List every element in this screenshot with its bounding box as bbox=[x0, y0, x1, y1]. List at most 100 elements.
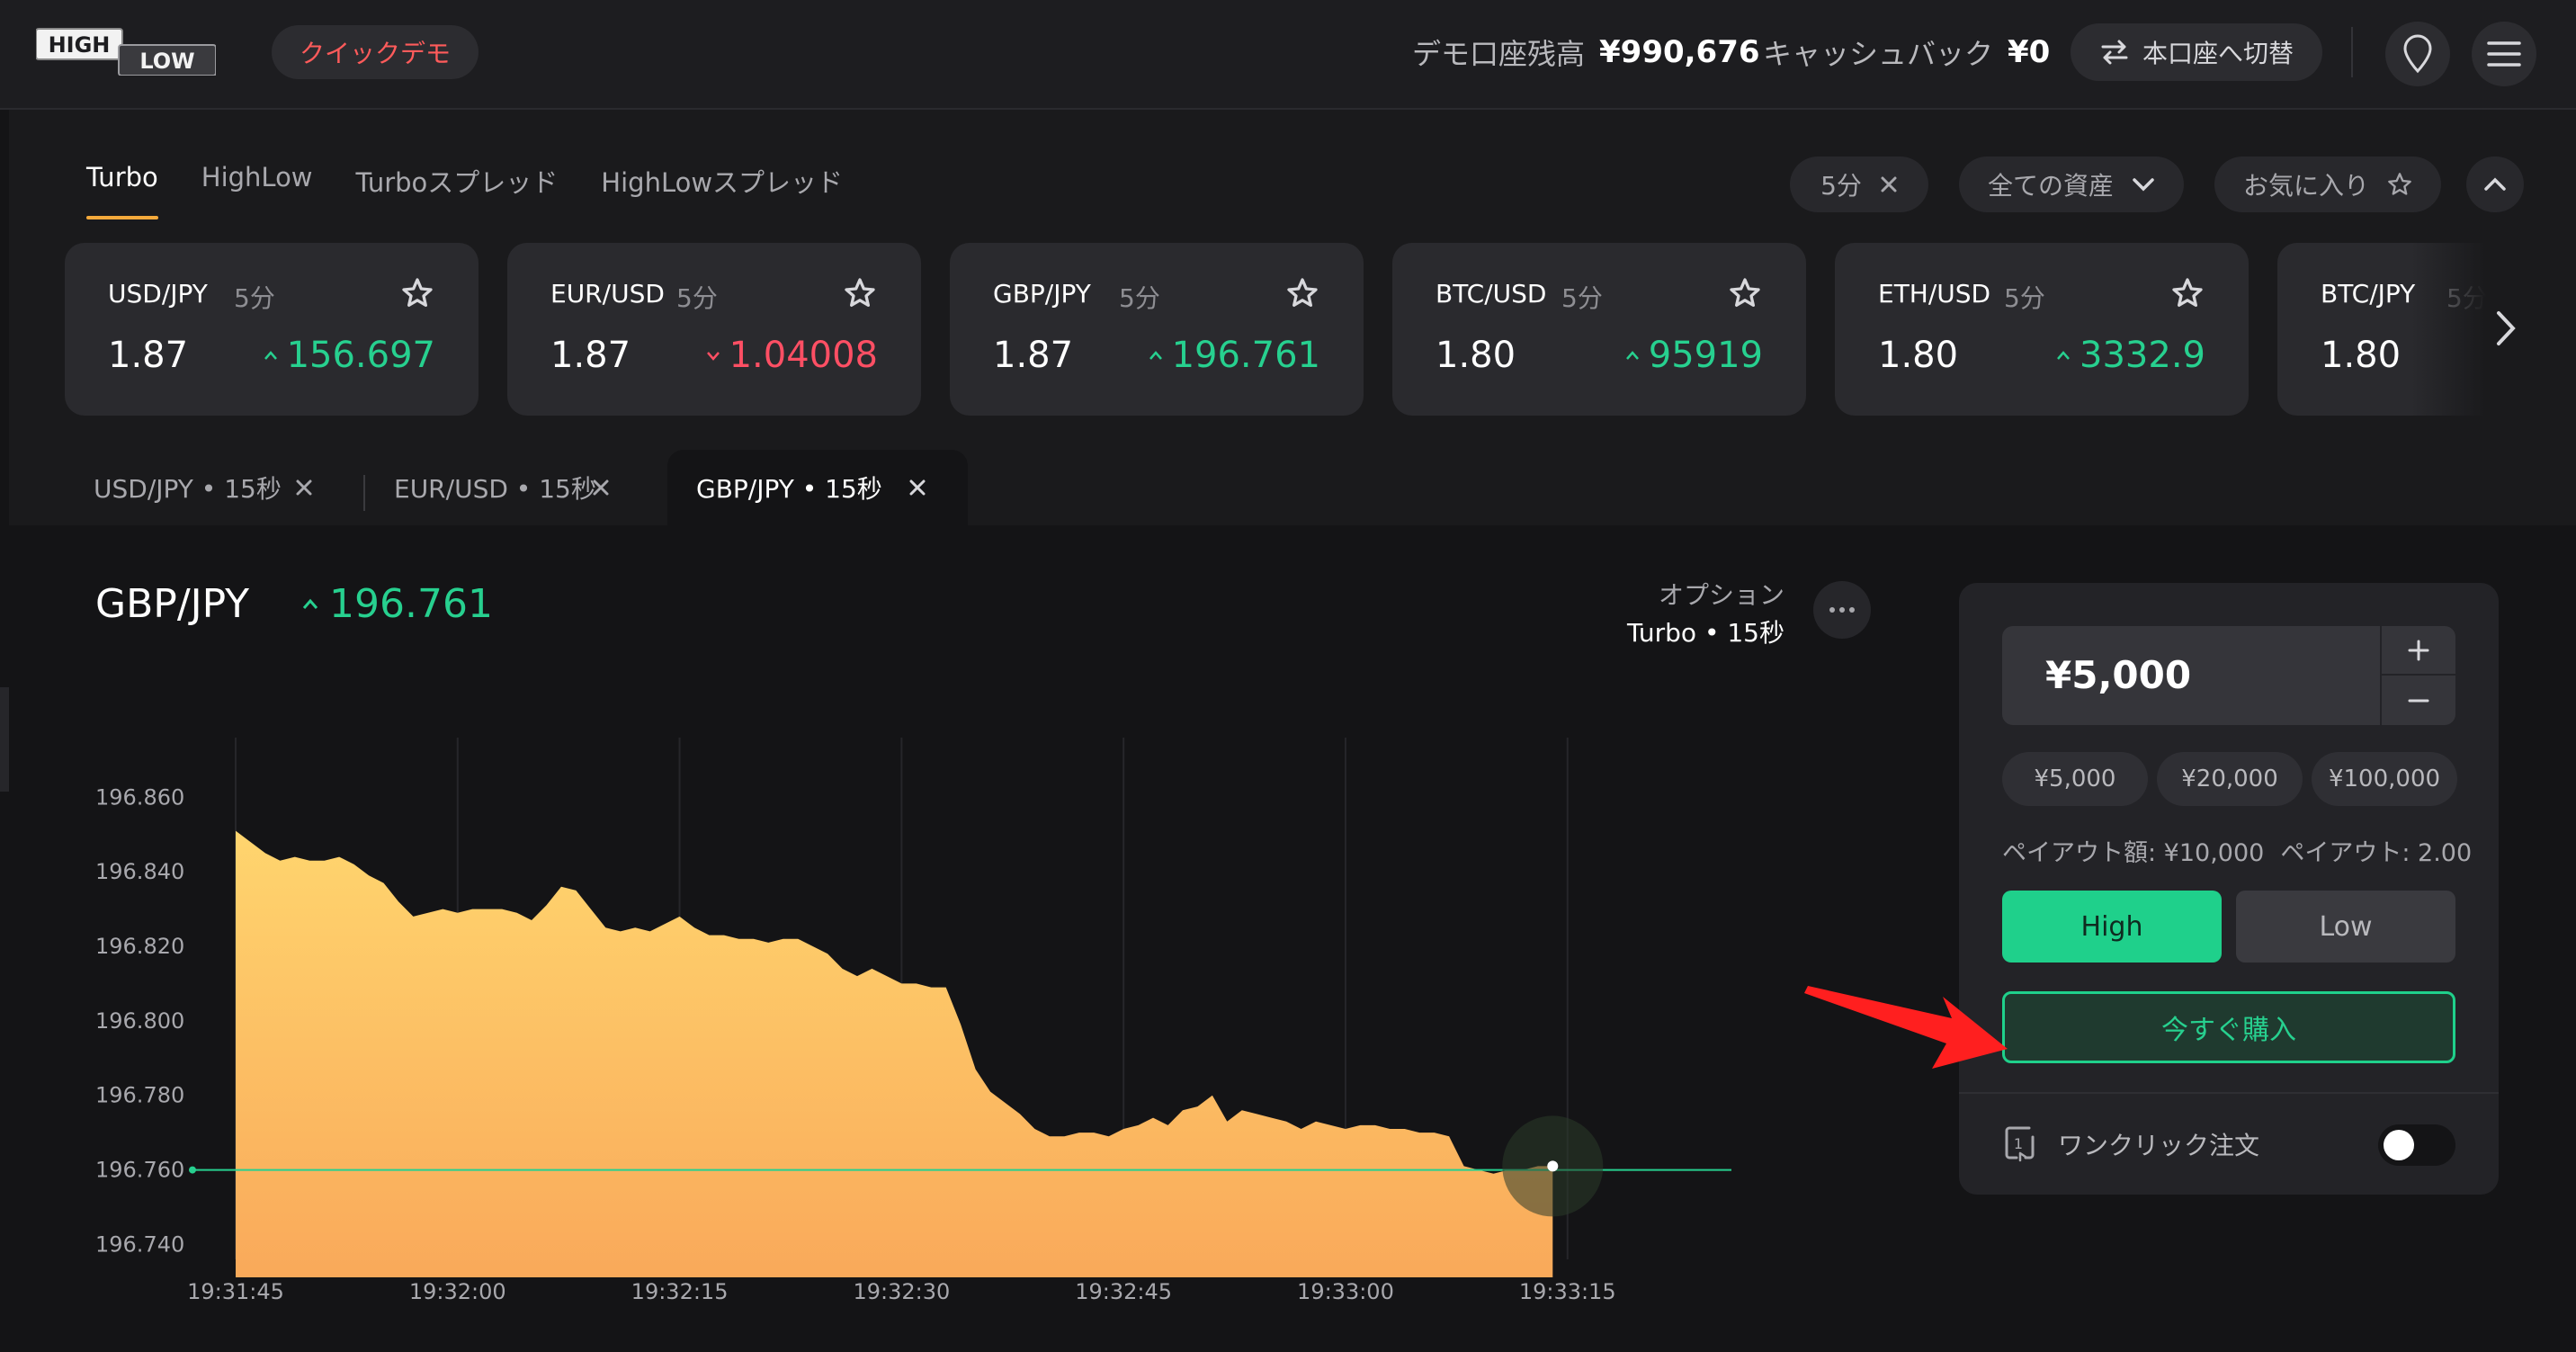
payout-info: ペイアウト額: ¥10,000 ペイアウト: 2.00 bbox=[2002, 833, 2472, 868]
x-axis-ticks: 19:31:45 19:32:00 19:32:15 19:32:30 19:32:45… bbox=[187, 1279, 1616, 1304]
amount-presets: ¥5,000 ¥20,000 ¥100,000 bbox=[2002, 752, 2457, 806]
preset-5000[interactable]: ¥5,000 bbox=[2002, 752, 2148, 806]
chevron-up-icon bbox=[2484, 177, 2506, 191]
star-icon bbox=[2388, 173, 2411, 195]
asset-payout: 1.87 bbox=[550, 335, 631, 376]
price-area-chart[interactable]: 196.860 196.840 196.820 196.800 196.780 196.7… bbox=[9, 702, 1862, 1331]
close-icon[interactable] bbox=[586, 473, 615, 502]
increase-amount-button[interactable] bbox=[2382, 626, 2455, 676]
chart-tab-label: USD/JPY • 15秒 bbox=[94, 474, 282, 504]
quick-demo-label: クイックデモ bbox=[299, 39, 451, 68]
price-area bbox=[236, 830, 1553, 1277]
chart-tab-gbpjpy[interactable]: GBP/JPY • 15秒 bbox=[667, 450, 968, 525]
quick-demo-badge[interactable]: クイックデモ bbox=[272, 25, 479, 79]
favorite-star-icon[interactable] bbox=[399, 275, 435, 311]
close-icon[interactable] bbox=[290, 473, 318, 502]
x-tick-label: 19:32:00 bbox=[409, 1279, 506, 1304]
location-button[interactable] bbox=[2385, 22, 2450, 86]
duration-filter[interactable]: 5分 bbox=[1790, 157, 1928, 212]
y-tick-label: 196.820 bbox=[95, 934, 184, 959]
x-tick-label: 19:33:00 bbox=[1297, 1279, 1394, 1304]
tab-divider bbox=[363, 475, 365, 511]
asset-duration: 5分 bbox=[2004, 283, 2045, 313]
chart-current-price: 196.761 bbox=[302, 581, 493, 627]
high-button[interactable]: High bbox=[2002, 891, 2222, 963]
asset-price-value: 156.697 bbox=[286, 335, 435, 376]
close-icon[interactable] bbox=[903, 473, 932, 502]
menu-button[interactable] bbox=[2472, 22, 2536, 86]
payout-amount: ペイアウト額: ¥10,000 bbox=[2002, 839, 2265, 867]
location-pin-icon bbox=[2403, 34, 2432, 74]
duration-filter-label: 5分 bbox=[1820, 171, 1862, 201]
plus-icon bbox=[2408, 640, 2429, 660]
switch-account-label: 本口座へ切替 bbox=[2142, 39, 2294, 68]
header-divider bbox=[2351, 27, 2353, 77]
tab-turbo-spread[interactable]: Turboスプレッド bbox=[356, 162, 559, 219]
minus-icon bbox=[2408, 699, 2429, 702]
preset-20000[interactable]: ¥20,000 bbox=[2157, 752, 2303, 806]
asset-pair: EUR/USD bbox=[550, 279, 665, 309]
favorite-star-icon[interactable] bbox=[1284, 275, 1320, 311]
tab-highlow-spread[interactable]: HighLowスプレッド bbox=[601, 162, 843, 219]
collapse-cards-button[interactable] bbox=[2466, 157, 2524, 212]
chart-tab-usdjpy[interactable]: USD/JPY • 15秒 bbox=[9, 450, 354, 525]
asset-price: 156.697 bbox=[264, 335, 435, 376]
asset-pair: BTC/JPY bbox=[2321, 279, 2416, 309]
asset-price-value: 1.04008 bbox=[729, 335, 878, 376]
option-value: Turbo • 15秒 bbox=[1627, 618, 1784, 648]
one-click-order-label: ワンクリック注文 bbox=[2058, 1131, 2260, 1160]
asset-cards-strip: USD/JPY 5分 1.87 156.697 EUR/USD 5分 1.87 … bbox=[65, 243, 2511, 417]
asset-price-value: 95919 bbox=[1648, 335, 1763, 376]
y-tick-label: 196.860 bbox=[95, 784, 184, 810]
one-click-order-toggle[interactable] bbox=[2378, 1124, 2455, 1166]
chevron-down-icon bbox=[2133, 178, 2154, 192]
favorite-star-icon[interactable] bbox=[1727, 275, 1763, 311]
trade-panel: ¥5,000 ¥5,000 ¥20,000 ¥100,000 ペイアウト額: ¥… bbox=[1959, 583, 2499, 1195]
investment-amount-field[interactable]: ¥5,000 bbox=[2002, 626, 2455, 725]
asset-price-value: 196.761 bbox=[1171, 335, 1320, 376]
chart-tabs: USD/JPY • 15秒 EUR/USD • 15秒 GBP/JPY • 15… bbox=[9, 450, 2576, 525]
asset-pair: ETH/USD bbox=[1878, 279, 1991, 309]
favorite-star-icon[interactable] bbox=[842, 275, 878, 311]
asset-card-usdjpy[interactable]: USD/JPY 5分 1.87 156.697 bbox=[65, 243, 479, 416]
chevron-right-icon[interactable] bbox=[2488, 306, 2524, 351]
asset-card-btcusd[interactable]: BTC/USD 5分 1.80 95919 bbox=[1392, 243, 1806, 416]
amount-stepper bbox=[2380, 626, 2455, 725]
y-tick-label: 196.800 bbox=[95, 1008, 184, 1034]
cashback-label: キャッシュバック bbox=[1763, 37, 1994, 71]
logo-text-low: LOW bbox=[139, 49, 194, 74]
y-tick-label: 196.760 bbox=[95, 1158, 184, 1183]
preset-100000[interactable]: ¥100,000 bbox=[2312, 752, 2457, 806]
favorite-star-icon[interactable] bbox=[2169, 275, 2205, 311]
demo-balance: デモ口座残高 ¥990,676 bbox=[1412, 25, 1760, 79]
switch-account-button[interactable]: 本口座へ切替 bbox=[2071, 23, 2322, 81]
highlow-logo[interactable]: HIGH LOW bbox=[36, 27, 216, 76]
one-click-icon: 1 bbox=[2005, 1126, 2035, 1162]
asset-card-eurusd[interactable]: EUR/USD 5分 1.87 1.04008 bbox=[507, 243, 921, 416]
tab-turbo[interactable]: Turbo bbox=[86, 162, 158, 219]
buy-now-button[interactable]: 今すぐ購入 bbox=[2002, 991, 2455, 1063]
more-options-button[interactable] bbox=[1813, 581, 1871, 639]
asset-pair: USD/JPY bbox=[108, 279, 208, 309]
product-type-tabs: Turbo HighLow Turboスプレッド HighLowスプレッド bbox=[86, 162, 843, 219]
asset-filter-dropdown[interactable]: 全ての資産 bbox=[1959, 157, 2184, 212]
tab-highlow[interactable]: HighLow bbox=[201, 162, 313, 219]
option-label: オプション bbox=[1658, 580, 1784, 610]
panel-divider bbox=[1959, 1092, 2499, 1094]
hamburger-menu-icon bbox=[2487, 41, 2521, 67]
asset-card-gbpjpy[interactable]: GBP/JPY 5分 1.87 196.761 bbox=[950, 243, 1364, 416]
x-tick-label: 19:32:45 bbox=[1075, 1279, 1172, 1304]
close-icon[interactable] bbox=[1880, 175, 1898, 193]
decrease-amount-button[interactable] bbox=[2382, 676, 2455, 725]
asset-price: 3332.9 bbox=[2056, 335, 2205, 376]
chart-tab-eurusd[interactable]: EUR/USD • 15秒 bbox=[363, 450, 651, 525]
chart-pair-title: GBP/JPY bbox=[95, 581, 250, 627]
low-button[interactable]: Low bbox=[2236, 891, 2455, 963]
asset-price: 95919 bbox=[1625, 335, 1763, 376]
asset-pair: GBP/JPY bbox=[993, 279, 1091, 309]
favorites-filter[interactable]: お気に入り bbox=[2214, 157, 2441, 212]
asset-filter-label: 全ての資産 bbox=[1987, 171, 2114, 201]
asset-card-ethusd[interactable]: ETH/USD 5分 1.80 3332.9 bbox=[1835, 243, 2249, 416]
asset-duration: 5分 bbox=[676, 283, 718, 313]
up-chevron-icon bbox=[1149, 351, 1162, 360]
